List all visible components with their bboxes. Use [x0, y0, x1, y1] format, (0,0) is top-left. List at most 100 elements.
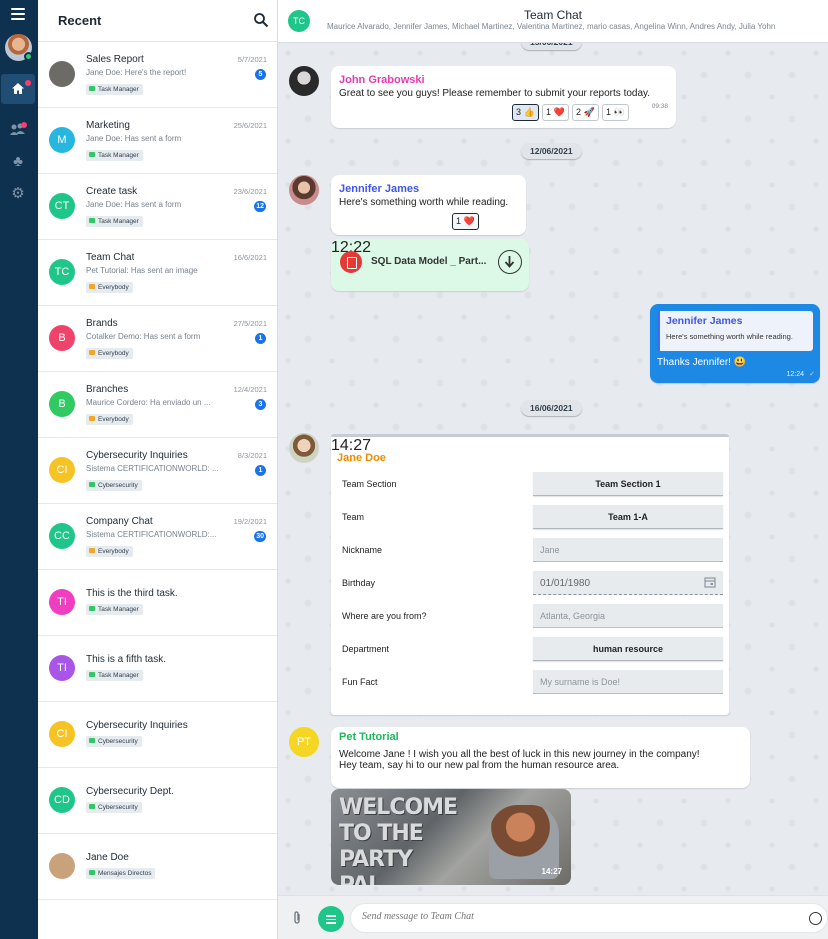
form-select[interactable]: Team 1-A	[533, 505, 723, 529]
tag-icon	[89, 218, 95, 223]
conversation-item[interactable]: B Branches 12/4/2021 Maurice Cordero: Ha en…	[38, 372, 277, 438]
group-tag: Everybody	[86, 414, 133, 425]
date-separator: 16/06/2021	[521, 400, 582, 416]
form-select[interactable]: human resource	[533, 637, 723, 661]
reaction-heart[interactable]: 1 ❤️	[452, 213, 479, 230]
form-message: Jane Doe Team Section Team Section 1 Team T…	[331, 434, 729, 715]
menu-icon[interactable]	[11, 8, 25, 20]
tag-icon	[89, 548, 95, 553]
menu-list-button[interactable]	[318, 906, 344, 932]
conversation-item[interactable]: TI This is a fifth task. Task Manager	[38, 636, 277, 702]
conversation-name: Cybersecurity Inquiries	[86, 450, 188, 461]
calendar-icon[interactable]	[704, 576, 716, 588]
tag-icon	[89, 738, 95, 743]
message-sender: John Grabowski	[339, 74, 425, 86]
left-rail: ♣ ⚙	[0, 0, 38, 939]
message-time: 14:27	[331, 437, 372, 454]
group-tag: Cybersecurity	[86, 736, 142, 747]
conversation-date: 12/4/2021	[233, 385, 267, 394]
conversation-item[interactable]: CT Create task 23/6/2021 Jane Doe: Has sent…	[38, 174, 277, 240]
date-separator: 12/06/2021	[521, 143, 582, 159]
group-tag: Everybody	[86, 546, 133, 557]
reaction-eyes[interactable]: 1 👀	[602, 104, 629, 121]
chat-header[interactable]: TC Team Chat Maurice Alvarado, Jennifer …	[278, 0, 828, 43]
reaction-rocket[interactable]: 2 🚀	[572, 104, 599, 121]
form-input[interactable]: Jane	[533, 538, 723, 562]
form-input[interactable]: Atlanta, Georgia	[533, 604, 723, 628]
group-tag: Everybody	[86, 282, 133, 293]
form-select[interactable]: Team Section 1	[533, 472, 723, 496]
conversation-date: 27/5/2021	[233, 319, 267, 328]
conversation-item[interactable]: CI Cybersecurity Inquiries 8/3/2021 Sistema…	[38, 438, 277, 504]
form-row: Fun Fact My surname is Doe!	[331, 670, 729, 694]
group-tag: Task Manager	[86, 670, 143, 681]
conversation-avatar: B	[49, 391, 75, 417]
search-icon[interactable]	[253, 12, 269, 28]
attach-icon[interactable]	[292, 910, 302, 926]
tag-label: Everybody	[98, 350, 129, 357]
chat-title: Team Chat	[523, 8, 583, 22]
message-field[interactable]	[350, 903, 828, 933]
message-bubble[interactable]: Pet Tutorial Welcome Jane ! I wish you a…	[331, 727, 750, 788]
club-icon[interactable]: ♣	[10, 154, 26, 169]
conversation-name: Create task	[86, 186, 138, 197]
conversation-date: 19/2/2021	[233, 517, 267, 526]
conversation-avatar: TI	[49, 589, 75, 615]
message-bubble[interactable]: Jennifer James Here's something worth wh…	[331, 175, 526, 235]
gif-image[interactable]: WELCOME TO THE PARTY PAL 14:27	[331, 789, 571, 885]
file-name: SQL Data Model _ Part...	[371, 256, 487, 267]
john-avatar[interactable]	[289, 66, 319, 96]
tag-label: Task Manager	[98, 86, 139, 93]
file-attachment[interactable]: SQL Data Model _ Part... 12:22	[331, 239, 529, 291]
form-row: Birthday 01/01/1980	[331, 571, 729, 595]
conversation-name: Sales Report	[86, 54, 144, 65]
conversation-item[interactable]: Jane Doe Mensajes Directos	[38, 834, 277, 900]
conversation-name: This is a fifth task.	[86, 654, 167, 665]
conversation-date: 25/6/2021	[233, 121, 267, 130]
message-input[interactable]	[362, 911, 782, 922]
conversation-item[interactable]: TC Team Chat 16/6/2021 Pet Tutorial: Has se…	[38, 240, 277, 306]
reaction-thumbs-up[interactable]: 3 👍	[512, 104, 539, 121]
form-input[interactable]: My surname is Doe!	[533, 670, 723, 694]
conversation-avatar: CI	[49, 457, 75, 483]
form-label: Nickname	[342, 545, 383, 555]
form-row: Team Section Team Section 1	[331, 472, 729, 496]
reaction-heart[interactable]: 1 ❤️	[542, 104, 569, 121]
emoji-icon[interactable]	[809, 912, 822, 925]
conversation-item[interactable]: B Brands 27/5/2021 Cotalker Demo: Has sent …	[38, 306, 277, 372]
download-button[interactable]	[498, 250, 522, 274]
conversation-item[interactable]: TI This is the third task. Task Manager	[38, 570, 277, 636]
jennifer-avatar[interactable]	[289, 175, 319, 205]
conversation-avatar: CI	[49, 721, 75, 747]
unread-badge: 12	[254, 201, 266, 212]
tag-label: Everybody	[98, 548, 129, 555]
nav-home[interactable]	[1, 74, 35, 104]
conversation-name: Branches	[86, 384, 129, 395]
quoted-message[interactable]: Jennifer James Here's something worth wh…	[657, 311, 813, 351]
sidebar-title: Recent	[58, 13, 102, 28]
conversation-item[interactable]: M Marketing 25/6/2021 Jane Doe: Has sent a …	[38, 108, 277, 174]
tag-label: Cybersecurity	[98, 738, 138, 745]
tag-label: Cybersecurity	[98, 482, 138, 489]
tag-icon	[89, 86, 95, 91]
form-input[interactable]: 01/01/1980	[533, 571, 723, 595]
form-value: Team 1-A	[608, 512, 648, 522]
group-tag: Task Manager	[86, 84, 143, 95]
my-message-bubble[interactable]: Jennifer James Here's something worth wh…	[650, 304, 820, 383]
conversation-avatar: TI	[49, 655, 75, 681]
conversation-item[interactable]: CI Cybersecurity Inquiries Cybersecurity	[38, 702, 277, 768]
settings-icon[interactable]: ⚙	[10, 186, 26, 201]
pet-tutorial-avatar[interactable]: PT	[289, 727, 319, 757]
tag-icon	[89, 606, 95, 611]
conversation-preview: Jane Doe: Here's the report!	[86, 68, 187, 77]
conversation-item[interactable]: CC Company Chat 19/2/2021 Sistema CERTIFICA…	[38, 504, 277, 570]
conversation-name: This is the third task.	[86, 588, 178, 599]
conversation-item[interactable]: Sales Report 5/7/2021 Jane Doe: Here's the…	[38, 42, 277, 108]
message-bubble[interactable]: John Grabowski Great to see you guys! Pl…	[331, 66, 676, 128]
tag-icon	[89, 672, 95, 677]
form-value: Atlanta, Georgia	[540, 611, 606, 621]
jane-avatar[interactable]	[289, 433, 319, 463]
group-tag: Cybersecurity	[86, 802, 142, 813]
conversation-item[interactable]: CD Cybersecurity Dept. Cybersecurity	[38, 768, 277, 834]
nav-contacts[interactable]	[9, 122, 29, 138]
